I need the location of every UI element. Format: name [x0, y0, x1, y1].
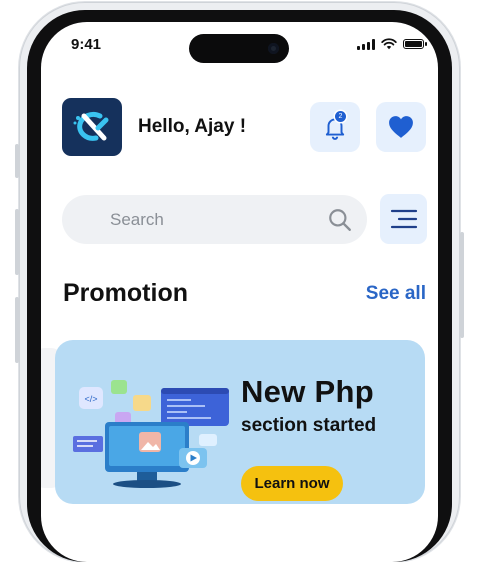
computer-illustration-icon: </>: [73, 380, 229, 488]
battery-icon: [403, 39, 427, 49]
phone-volume-down-button: [15, 297, 19, 363]
menu-lines-icon: [390, 209, 417, 229]
search-bar[interactable]: [62, 195, 367, 244]
logo-icon: [73, 111, 109, 141]
promo-title: New Php: [241, 374, 375, 409]
status-icons: [357, 38, 427, 50]
signal-icon: [357, 38, 375, 50]
phone-screen: 9:41 Hello, Ajay ! 2 Search Promotion Se…: [41, 22, 438, 562]
promo-subtitle: section started: [241, 415, 377, 436]
camera-icon: [268, 43, 279, 54]
code-tag-label: </>: [84, 394, 97, 404]
filter-menu-button[interactable]: [380, 194, 427, 244]
status-time: 9:41: [71, 36, 102, 53]
phone-volume-up-button: [15, 209, 19, 275]
phone-power-button: [460, 232, 464, 338]
promo-card[interactable]: </> New Php section started Learn now: [55, 340, 425, 504]
notification-badge: 2: [335, 111, 346, 122]
learn-now-button[interactable]: Learn now: [241, 466, 343, 501]
wifi-icon: [381, 38, 397, 50]
notifications-button[interactable]: 2: [310, 102, 360, 152]
heart-icon: [389, 116, 413, 138]
favorites-button[interactable]: [376, 102, 426, 152]
greeting-text: Hello, Ajay !: [138, 116, 247, 137]
search-icon[interactable]: [327, 207, 353, 233]
see-all-link[interactable]: See all: [366, 283, 426, 305]
dynamic-island: [189, 34, 289, 63]
app-logo[interactable]: [62, 98, 122, 156]
promotion-heading: Promotion: [63, 279, 188, 307]
search-input[interactable]: [108, 208, 312, 231]
phone-side-button: [15, 144, 19, 178]
